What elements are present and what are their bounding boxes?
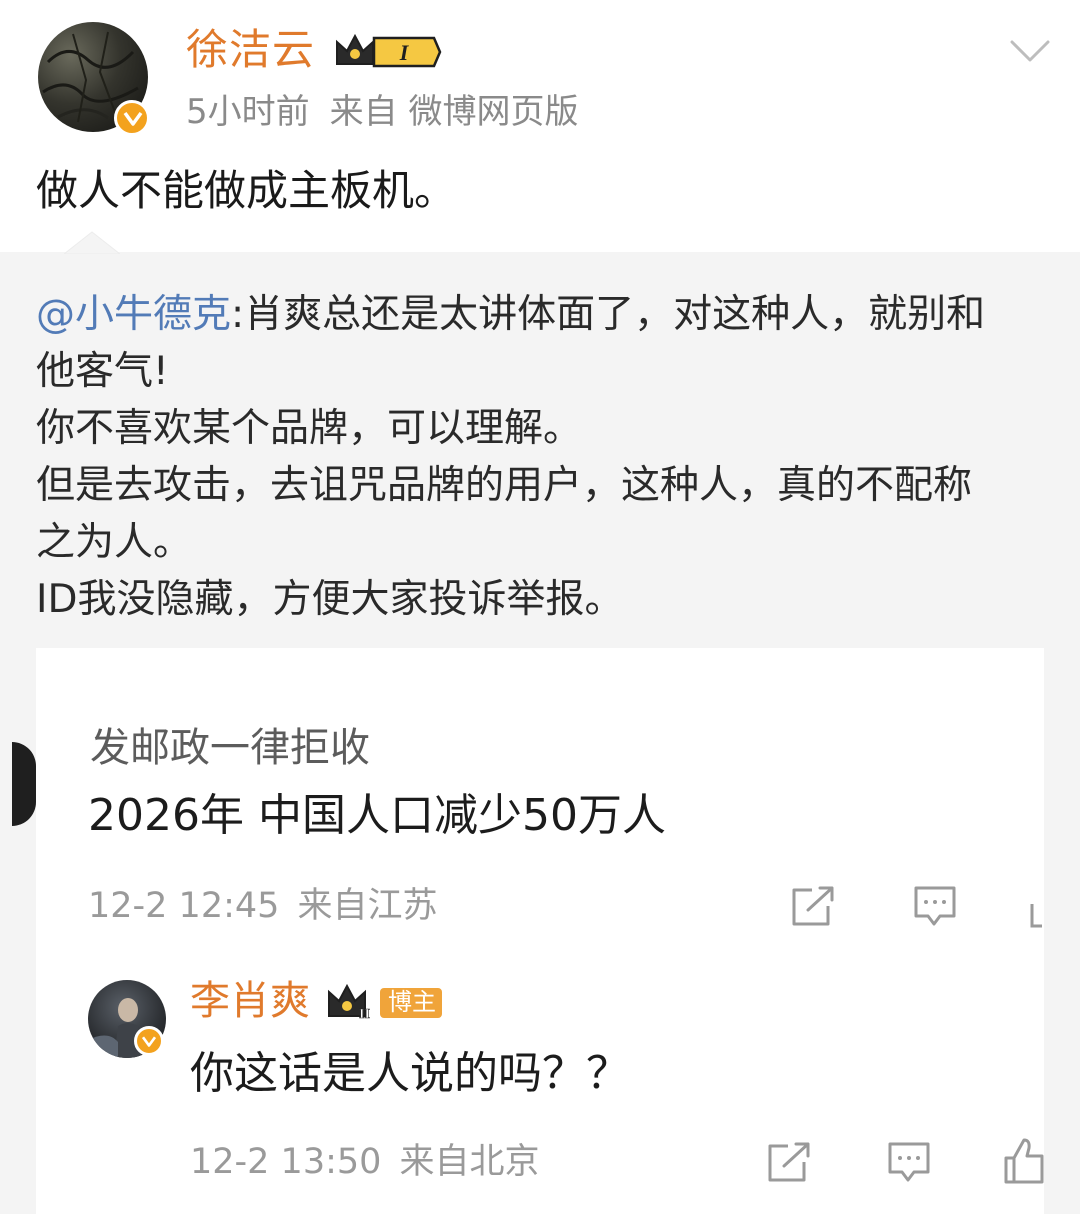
reply-meta: 12-2 13:50 来自北京 [190, 1138, 539, 1186]
svg-text:II: II [359, 1007, 370, 1022]
weibo-post: 徐洁云 I 5小时前 来自 微博网页版 做人不能做成主板机。 [0, 0, 1080, 252]
reply-author-name[interactable]: 李肖爽 [190, 974, 310, 1028]
reply-time: 12-2 13:50 [190, 1142, 382, 1182]
post-meta: 5小时前 来自 微博网页版 [186, 88, 578, 136]
post-source: 来自 微博网页版 [329, 92, 579, 132]
like-icon[interactable] [1002, 1136, 1044, 1190]
chevron-down-icon[interactable] [1006, 34, 1054, 70]
comment-time: 12-2 12:45 [88, 886, 280, 926]
verified-icon [134, 1026, 164, 1056]
repost-pointer [64, 231, 120, 254]
commenter-avatar[interactable] [12, 742, 36, 826]
comment-icon[interactable] [912, 884, 958, 934]
repost-text: @小牛德克:肖爽总还是太讲体面了，对这种人，就别和 他客气! 你不喜欢某个品牌，… [36, 286, 1056, 628]
comment-icon[interactable] [886, 1140, 932, 1190]
post-text: 做人不能做成主板机。 [36, 166, 457, 215]
like-icon[interactable] [1030, 898, 1044, 932]
comment-text: 2026年 中国人口减少50万人 [88, 790, 666, 841]
repost-line: 他客气! [36, 349, 169, 394]
blogger-badge[interactable]: II 博主 [326, 980, 446, 1028]
post-time: 5小时前 [186, 92, 310, 132]
reply-location: 来自北京 [399, 1142, 540, 1182]
repost-line: ID我没隐藏，方便大家投诉举报。 [36, 577, 624, 622]
reply-text: 你这话是人说的吗？？ [190, 1048, 630, 1099]
repost-line: 但是去攻击，去诅咒品牌的用户，这种人，真的不配称 [36, 463, 973, 508]
commenter-name[interactable]: 发邮政一律拒收 [90, 720, 370, 776]
repost-line: 之为人。 [36, 520, 193, 565]
comment-meta: 12-2 12:45 来自江苏 [88, 882, 437, 930]
share-icon[interactable] [790, 884, 836, 932]
comment-location: 来自江苏 [297, 886, 438, 926]
author-name[interactable]: 徐洁云 [186, 24, 315, 76]
repost-line: 你不喜欢某个品牌，可以理解。 [36, 406, 583, 451]
repost-line: @小牛德克:肖爽总还是太讲体面了，对这种人，就别和 [36, 292, 986, 337]
blogger-badge-label: 博主 [388, 988, 436, 1016]
share-icon[interactable] [766, 1140, 812, 1188]
crown-badge-icon[interactable]: I [334, 30, 442, 78]
mention-link[interactable]: @小牛德克 [36, 292, 231, 337]
verified-icon [114, 100, 150, 136]
svg-text:I: I [399, 40, 410, 65]
